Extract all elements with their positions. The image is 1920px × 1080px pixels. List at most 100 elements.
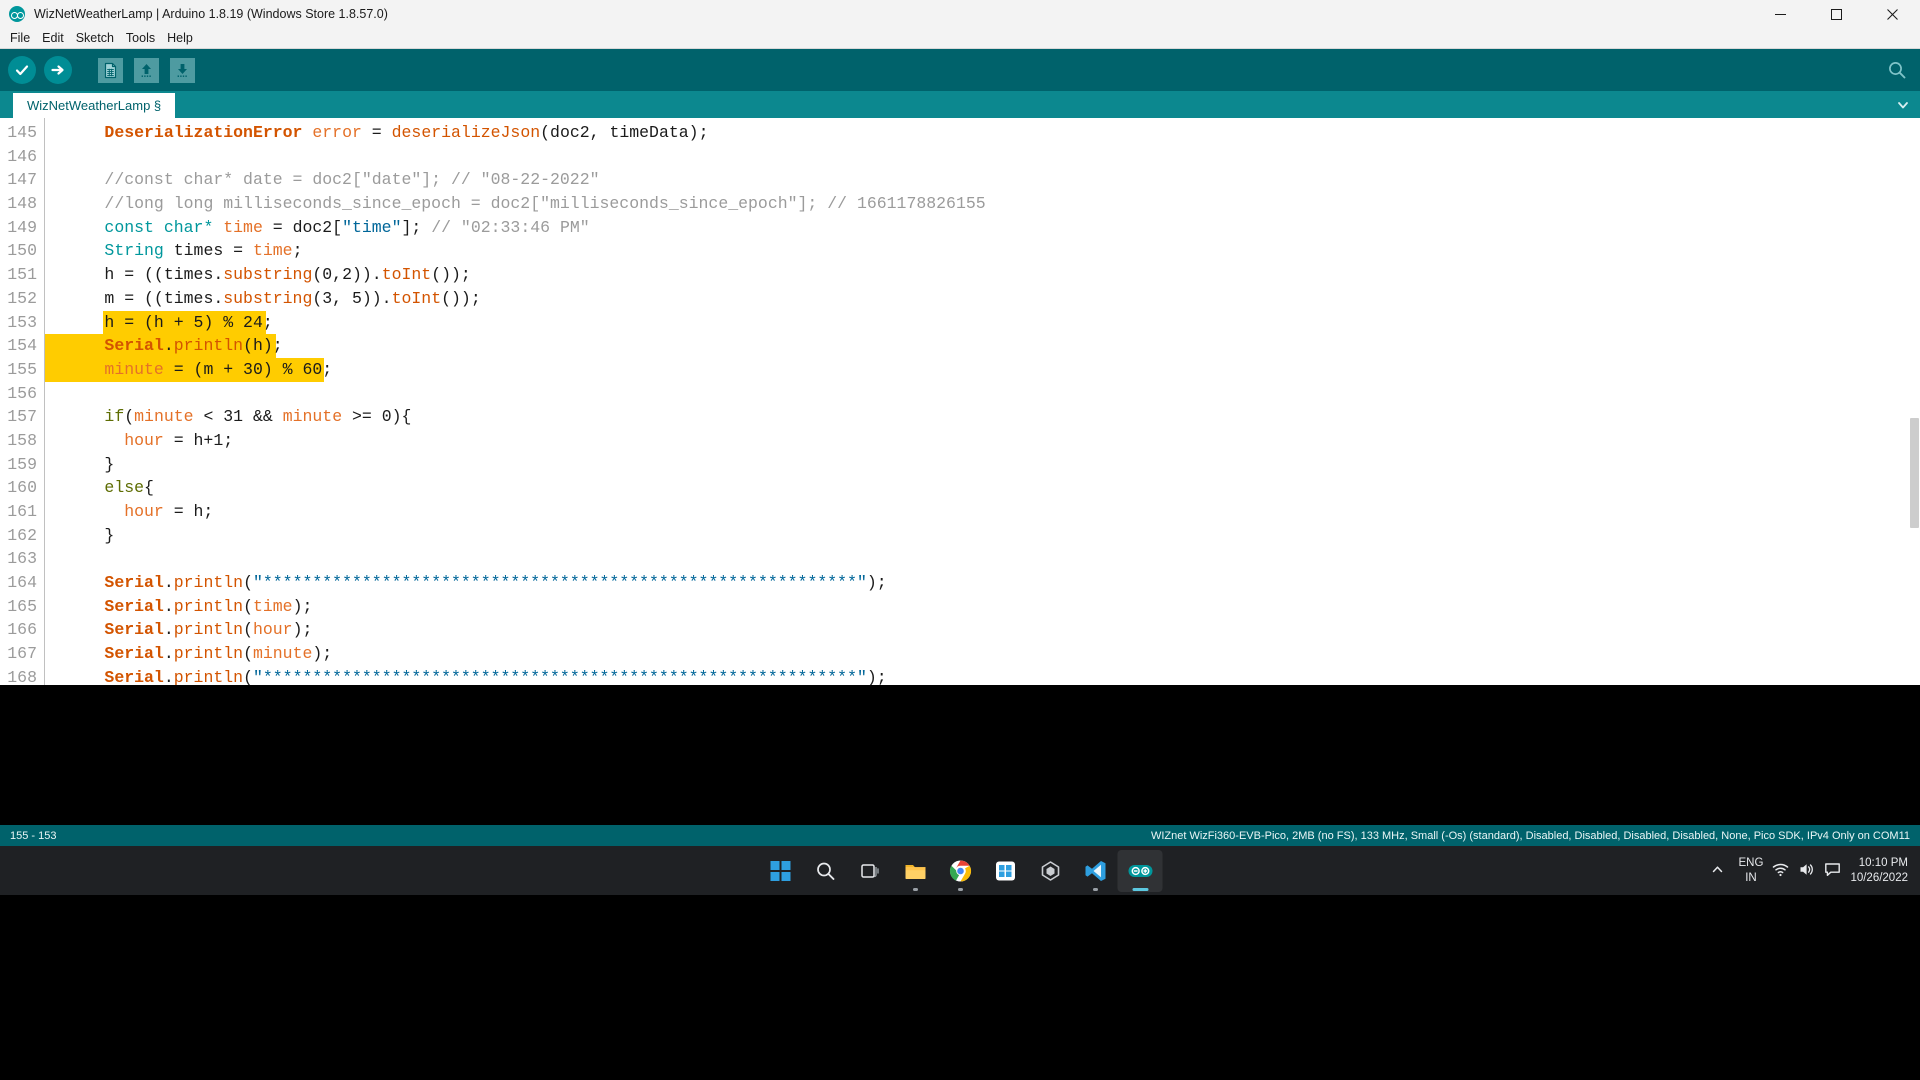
code-token: (: [243, 620, 253, 639]
code-token: [45, 336, 104, 355]
code-line[interactable]: Serial.println(time);: [45, 595, 1920, 619]
code-line[interactable]: Serial.println("************************…: [45, 571, 1920, 595]
taskbar-chrome-button[interactable]: [938, 850, 983, 892]
code-token: "***************************************…: [253, 668, 867, 685]
code-line[interactable]: Serial.println("************************…: [45, 666, 1920, 685]
menu-sketch[interactable]: Sketch: [70, 29, 120, 47]
code-token: {: [144, 478, 154, 497]
code-line[interactable]: }: [45, 453, 1920, 477]
arduino-app-icon: [9, 6, 25, 22]
code-line[interactable]: if(minute < 31 && minute >= 0){: [45, 405, 1920, 429]
taskbar-file-explorer-button[interactable]: [893, 850, 938, 892]
code-line[interactable]: [45, 547, 1920, 571]
taskbar-microsoft-store-button[interactable]: [983, 850, 1028, 892]
menu-tools[interactable]: Tools: [120, 29, 161, 47]
code-token: (3, 5)).: [312, 289, 391, 308]
code-token: );: [867, 668, 887, 685]
code-token: (: [243, 597, 253, 616]
code-content[interactable]: DeserializationError error = deserialize…: [45, 118, 1920, 685]
code-token: [45, 620, 104, 639]
taskbar-predator-sense-button[interactable]: [1028, 850, 1073, 892]
code-line[interactable]: hour = h+1;: [45, 429, 1920, 453]
code-line[interactable]: const char* time = doc2["time"]; // "02:…: [45, 216, 1920, 240]
code-token: Serial: [104, 620, 163, 639]
code-token: ];: [402, 218, 432, 237]
clock-and-date[interactable]: 10:10 PM 10/26/2022: [1850, 856, 1908, 885]
code-line[interactable]: Serial.println(h);: [45, 334, 1920, 358]
code-line[interactable]: h = ((times.substring(0,2)).toInt());: [45, 263, 1920, 287]
line-number: 152: [0, 287, 44, 311]
menu-file[interactable]: File: [4, 29, 36, 47]
taskbar-arduino-button[interactable]: [1118, 850, 1163, 892]
windows-taskbar: ENG IN 10:10 PM 10/26/2022: [0, 846, 1920, 895]
taskbar-vs-code-button[interactable]: [1073, 850, 1118, 892]
code-token: );: [312, 644, 332, 663]
taskbar-start-button[interactable]: [758, 850, 803, 892]
save-sketch-button[interactable]: [165, 53, 199, 87]
network-status-button[interactable]: [1772, 861, 1789, 881]
code-token: = h;: [164, 502, 214, 521]
code-token: Serial: [104, 668, 163, 685]
code-token: m = ((times.: [104, 289, 223, 308]
code-line[interactable]: [45, 382, 1920, 406]
code-line[interactable]: Serial.println(minute);: [45, 642, 1920, 666]
maximize-button[interactable]: [1808, 0, 1864, 28]
code-line[interactable]: }: [45, 524, 1920, 548]
code-token: [45, 597, 104, 616]
code-line[interactable]: DeserializationError error = deserialize…: [45, 121, 1920, 145]
upload-button[interactable]: [41, 53, 75, 87]
tab-menu-button[interactable]: [1892, 94, 1914, 115]
code-token: [45, 170, 104, 189]
code-line[interactable]: //const char* date = doc2["date"]; // "0…: [45, 168, 1920, 192]
verify-button[interactable]: [5, 53, 39, 87]
code-line[interactable]: String times = time;: [45, 239, 1920, 263]
open-sketch-button[interactable]: [129, 53, 163, 87]
code-token: ());: [441, 289, 481, 308]
code-token: );: [867, 573, 887, 592]
menu-edit[interactable]: Edit: [36, 29, 70, 47]
menu-help[interactable]: Help: [161, 29, 199, 47]
code-token: );: [293, 620, 313, 639]
code-line[interactable]: [45, 145, 1920, 169]
scrollbar-thumb[interactable]: [1910, 418, 1919, 528]
code-editor[interactable]: 1451461471481491501511521531541551561571…: [0, 118, 1920, 685]
code-token: [302, 123, 312, 142]
editor-vertical-scrollbar[interactable]: [1908, 118, 1920, 685]
task-view-icon: [859, 860, 881, 882]
code-token: (doc2, timeData);: [540, 123, 708, 142]
volume-button[interactable]: [1798, 861, 1815, 881]
code-line[interactable]: m = ((times.substring(3, 5)).toInt());: [45, 287, 1920, 311]
show-hidden-icons-button[interactable]: [1705, 863, 1730, 879]
code-token: "***************************************…: [253, 573, 867, 592]
code-token: [45, 407, 104, 426]
new-sketch-button[interactable]: [93, 53, 127, 87]
code-token: (: [243, 573, 253, 592]
code-line[interactable]: //long long milliseconds_since_epoch = d…: [45, 192, 1920, 216]
system-tray: ENG IN 10:10 PM 10/26/2022: [1705, 846, 1920, 895]
notification-center-button[interactable]: [1824, 861, 1841, 881]
minimize-button[interactable]: [1752, 0, 1808, 28]
code-token: h = ((times.: [104, 265, 223, 284]
clock-time: 10:10 PM: [1850, 856, 1908, 870]
tab-wiznetweatherlamp[interactable]: WizNetWeatherLamp §: [13, 93, 175, 118]
language-indicator[interactable]: ENG IN: [1739, 856, 1764, 885]
code-line[interactable]: else{: [45, 476, 1920, 500]
line-number: 146: [0, 145, 44, 169]
tab-label: WizNetWeatherLamp §: [27, 98, 161, 113]
close-button[interactable]: [1864, 0, 1920, 28]
taskbar-task-view-button[interactable]: [848, 850, 893, 892]
clock-date: 10/26/2022: [1850, 871, 1908, 885]
code-line[interactable]: minute = (m + 30) % 60;: [45, 358, 1920, 382]
taskbar-search-button[interactable]: [803, 850, 848, 892]
code-token: [45, 644, 104, 663]
code-line[interactable]: hour = h;: [45, 500, 1920, 524]
serial-monitor-button[interactable]: [1882, 55, 1912, 85]
code-token: Serial: [104, 644, 163, 663]
code-token: .: [164, 336, 174, 355]
chrome-icon: [948, 859, 972, 883]
code-line[interactable]: h = (h + 5) % 24;: [45, 311, 1920, 335]
code-line[interactable]: Serial.println(hour);: [45, 618, 1920, 642]
code-token: ());: [431, 265, 471, 284]
code-token: (0,2)).: [312, 265, 381, 284]
code-token: .: [164, 597, 174, 616]
